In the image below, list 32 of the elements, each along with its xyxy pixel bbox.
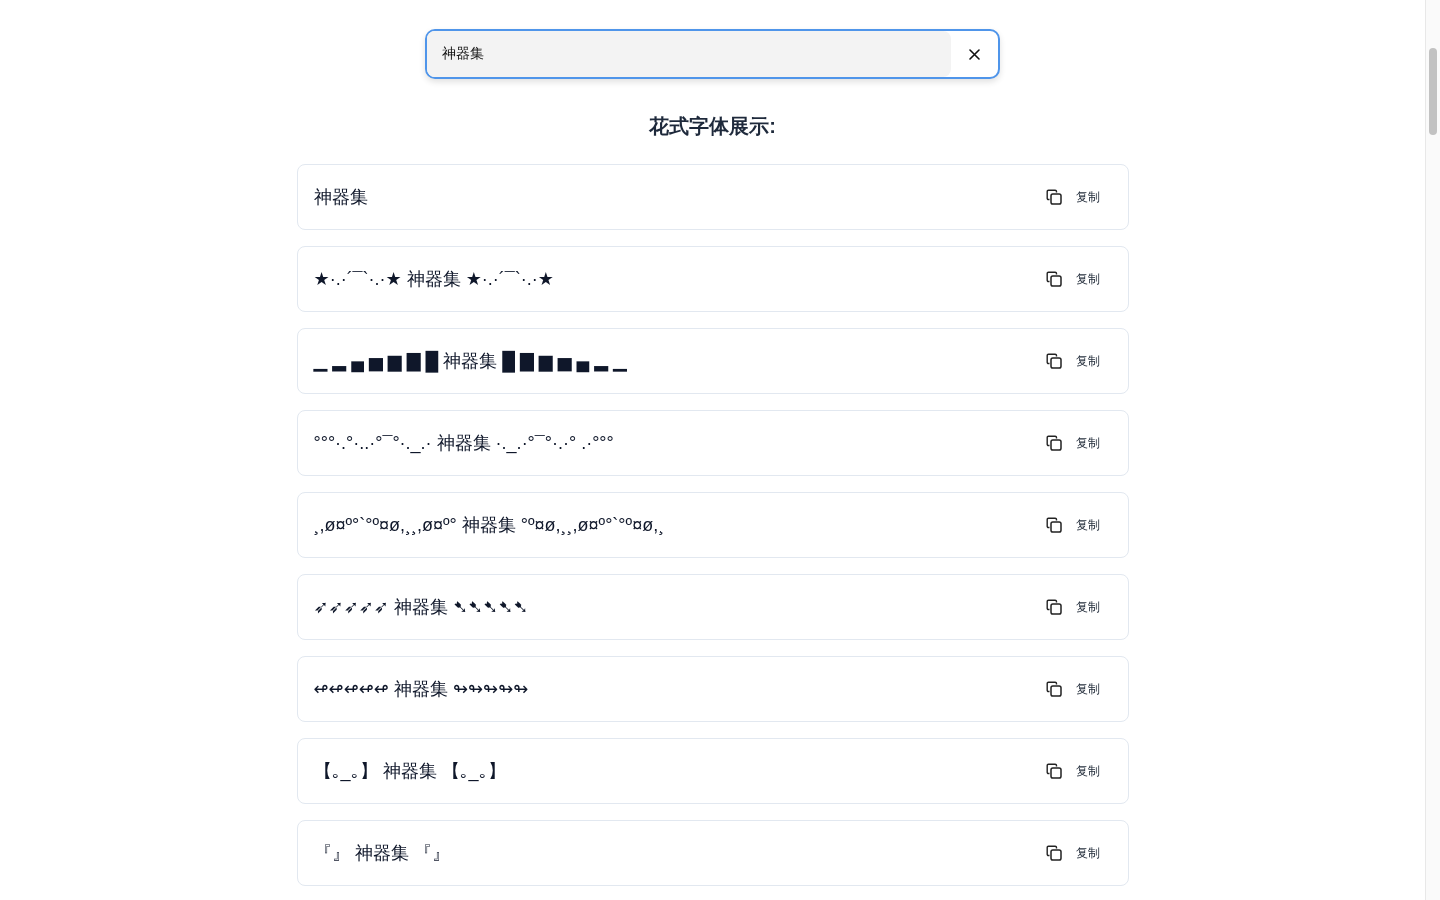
fancy-text: 【｡_｡】 神器集 【｡_｡】 xyxy=(313,760,506,783)
fancy-text: ↫↫↫↫↫ 神器集 ↬↬↬↬↬ xyxy=(313,678,529,701)
copy-icon xyxy=(1045,599,1062,615)
copy-button[interactable]: 复制 xyxy=(1039,674,1106,704)
fancy-text: ¸,ø¤º°`°º¤ø,¸¸,ø¤º° 神器集 °º¤ø,¸¸,ø¤º°`°º¤ø,¸ xyxy=(313,514,665,537)
copy-button[interactable]: 复制 xyxy=(1039,756,1106,786)
copy-button[interactable]: 复制 xyxy=(1039,428,1106,458)
copy-icon xyxy=(1045,271,1062,287)
fancy-text: ➶➶➶➶➶ 神器集 ➷➷➷➷➷ xyxy=(313,596,529,619)
copy-button[interactable]: 复制 xyxy=(1039,346,1106,376)
copy-icon xyxy=(1045,681,1062,697)
copy-button[interactable]: 复制 xyxy=(1039,182,1106,212)
copy-icon xyxy=(1045,845,1062,861)
copy-button[interactable]: 复制 xyxy=(1039,510,1106,540)
copy-icon xyxy=(1045,517,1062,533)
copy-icon xyxy=(1045,353,1062,369)
fancy-text: ★·.·´¯`·.·★ 神器集 ★·.·´¯`·.·★ xyxy=(313,268,554,291)
copy-icon xyxy=(1045,189,1062,205)
copy-button[interactable]: 复制 xyxy=(1039,838,1106,868)
search-field[interactable]: 神器集 xyxy=(427,31,951,77)
scrollbar[interactable] xyxy=(1425,0,1440,900)
scrollbar-thumb[interactable] xyxy=(1429,48,1437,135)
copy-button[interactable]: 复制 xyxy=(1039,264,1106,294)
fancy-text: 神器集 xyxy=(313,186,368,209)
close-icon xyxy=(969,48,980,60)
fancy-text: 『』 神器集 『』 xyxy=(313,842,450,865)
fancy-text: ▁ ▂ ▄ ▅ ▆ ▇ █ 神器集 █ ▇ ▆ ▅ ▄ ▂ ▁ xyxy=(313,349,627,373)
section-heading: 花式字体展示: xyxy=(649,114,776,139)
copy-button[interactable]: 复制 xyxy=(1039,592,1106,622)
fancy-text: °°°·.°·..·°¯°·._.· 神器集 ·._.·°¯°·.·° .·°°° xyxy=(313,432,614,455)
copy-icon xyxy=(1045,763,1062,779)
copy-icon xyxy=(1045,435,1062,451)
